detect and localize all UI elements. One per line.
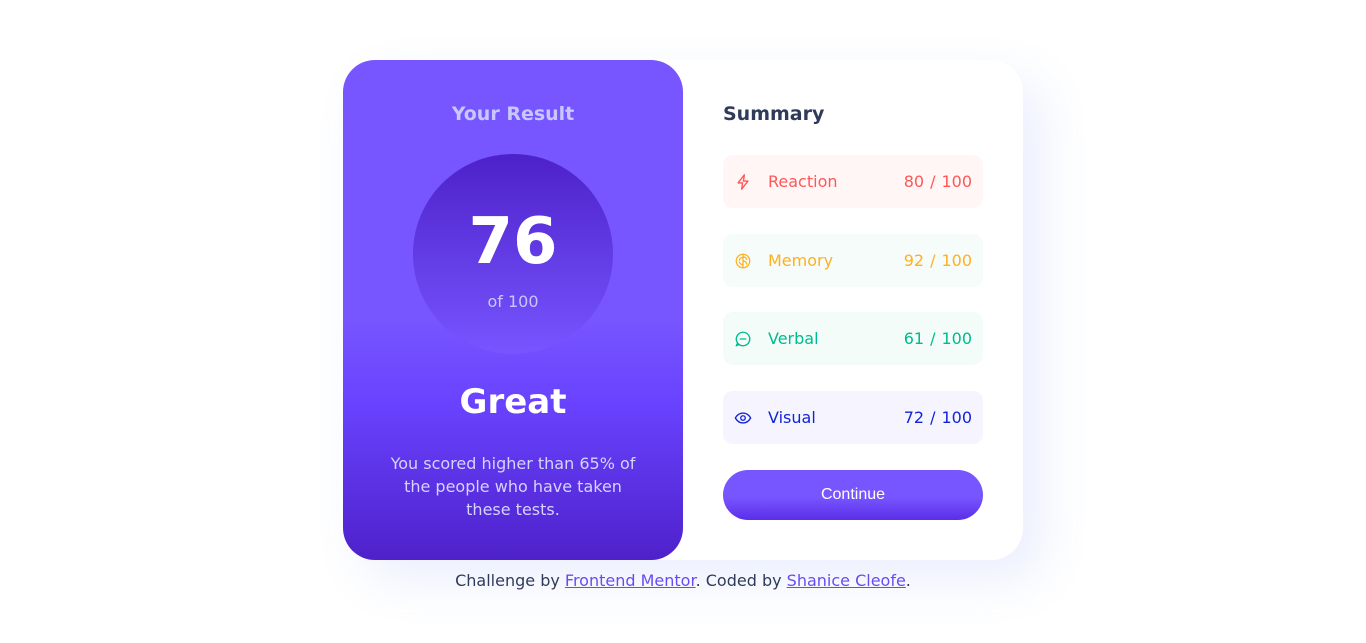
chat-bubble-icon — [734, 330, 752, 348]
result-title: Your Result — [451, 103, 575, 125]
summary-item-reaction: Reaction 80/100 — [723, 155, 983, 208]
brain-icon — [734, 252, 752, 270]
lightning-icon — [734, 173, 752, 191]
score-value: 76 — [468, 205, 558, 279]
attribution-middle: . Coded by — [695, 571, 787, 590]
summary-item-label: Visual — [768, 408, 816, 427]
continue-button[interactable]: Continue — [723, 470, 983, 520]
score-of: of 100 — [487, 292, 539, 311]
summary-item-label: Reaction — [768, 172, 838, 191]
results-summary-card: Your Result 76 of 100 Great You scored h… — [343, 60, 1023, 560]
summary-item-label: Verbal — [768, 329, 819, 348]
result-description: You scored higher than 65% of the people… — [390, 454, 636, 519]
summary-item-visual: Visual 72/100 — [723, 391, 983, 444]
grade-label: Great — [459, 382, 567, 422]
summary-item-verbal: Verbal 61/100 — [723, 312, 983, 365]
summary-item-memory: Memory 92/100 — [723, 234, 983, 287]
summary-item-score: 61/100 — [903, 329, 972, 348]
summary-item-score: 72/100 — [903, 408, 972, 427]
summary-panel: Summary Reaction 80/100 Memory 92 / 100 … — [683, 60, 1023, 560]
summary-title: Summary — [723, 103, 825, 125]
summary-item-score: 92/100 — [903, 251, 972, 270]
result-panel: Your Result 76 of 100 Great You scored h… — [343, 60, 683, 560]
page: Your Result 76 of 100 Great You scored h… — [0, 0, 1366, 643]
author-link[interactable]: Shanice Cleofe — [787, 571, 906, 590]
summary-item-label: Memory — [768, 251, 834, 270]
eye-icon — [734, 409, 752, 427]
attribution-suffix: . — [905, 571, 911, 590]
summary-item-score: 80/100 — [903, 172, 972, 191]
attribution: Challenge by Frontend Mentor. Coded by S… — [0, 571, 1366, 590]
attribution-prefix: Challenge by — [455, 571, 565, 590]
frontend-mentor-link[interactable]: Frontend Mentor — [565, 571, 696, 590]
score-circle: 76 of 100 — [413, 154, 613, 354]
